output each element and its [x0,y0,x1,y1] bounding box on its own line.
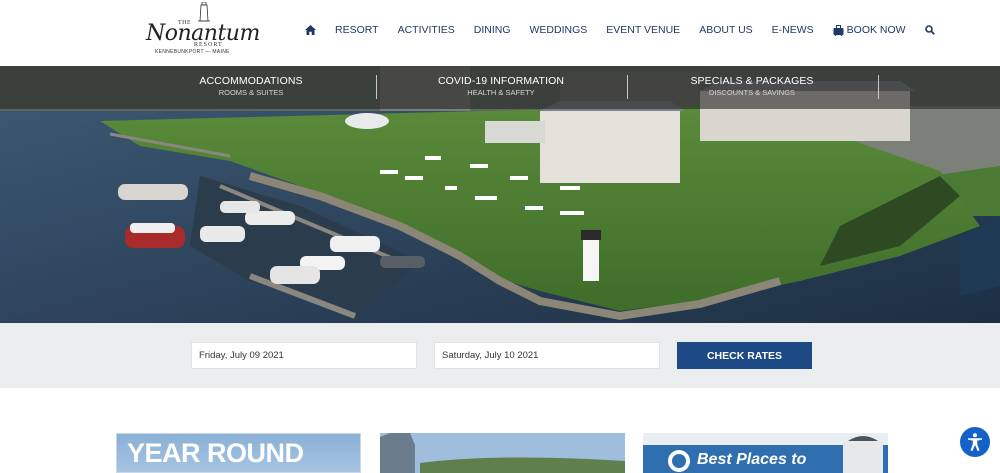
card-photo-image [380,433,625,473]
logo-location-text: KENNEBUNKPORT — MAINE [155,49,230,55]
checkout-date-field[interactable] [434,342,660,369]
lighthouse-logo-icon [198,2,210,22]
nav-event-venue[interactable]: EVENT VENUE [606,24,680,36]
nav-about-us[interactable]: ABOUT US [699,24,752,36]
checkin-date-field[interactable] [191,342,417,369]
luggage-icon [833,24,844,36]
nav-dining[interactable]: DINING [474,24,511,36]
card-headline: YEAR ROUND [127,438,304,468]
promo-accommodations[interactable]: ACCOMMODATIONS ROOMS & SUITES [141,75,361,97]
promo-subtitle: DISCOUNTS & SAVINGS [708,88,796,97]
card-best-places[interactable]: Best Places to [643,433,888,473]
logo-resort-text: RESORT [194,42,223,48]
promo-covid-information[interactable]: COVID-19 INFORMATION HEALTH & SAFETY [391,75,611,97]
resort-logo[interactable]: THE Nonantum RESORT KENNEBUNKPORT — MAIN… [140,2,260,60]
hero-banner: ACCOMMODATIONS ROOMS & SUITES COVID-19 I… [0,66,1000,323]
booking-bar: CHECK RATES [0,323,1000,388]
promo-subtitle: ROOMS & SUITES [218,88,284,97]
nav-search[interactable] [924,25,935,35]
promo-title: ACCOMMODATIONS [199,75,303,87]
check-rates-button[interactable]: CHECK RATES [677,342,812,369]
accessibility-button[interactable] [960,427,990,457]
card-year-round[interactable]: YEAR ROUND [116,433,361,473]
promo-divider [878,75,879,99]
promo-bar: ACCOMMODATIONS ROOMS & SUITES COVID-19 I… [0,66,1000,109]
promo-divider [376,75,377,99]
nav-activities[interactable]: ACTIVITIES [398,24,455,36]
nav-book-now[interactable]: BOOK NOW [833,24,906,36]
home-icon [305,25,316,35]
nav-resort[interactable]: RESORT [335,24,379,36]
site-header: THE Nonantum RESORT KENNEBUNKPORT — MAIN… [0,0,1000,66]
promo-title: COVID-19 INFORMATION [437,75,565,87]
accessibility-icon [968,433,982,451]
nav-home[interactable] [305,25,316,35]
card-photo[interactable] [380,433,625,473]
search-icon [924,25,935,35]
nav-weddings[interactable]: WEDDINGS [530,24,588,36]
card-headline: Best Places to [697,451,807,468]
promo-subtitle: HEALTH & SAFETY [467,88,535,97]
promo-specials-packages[interactable]: SPECIALS & PACKAGES DISCOUNTS & SAVINGS [642,75,862,97]
nav-e-news[interactable]: E-NEWS [772,24,814,36]
promo-divider [627,75,628,99]
promo-title: SPECIALS & PACKAGES [690,75,814,87]
book-now-label: BOOK NOW [846,24,906,36]
main-nav: RESORT ACTIVITIES DINING WEDDINGS EVENT … [300,22,954,38]
